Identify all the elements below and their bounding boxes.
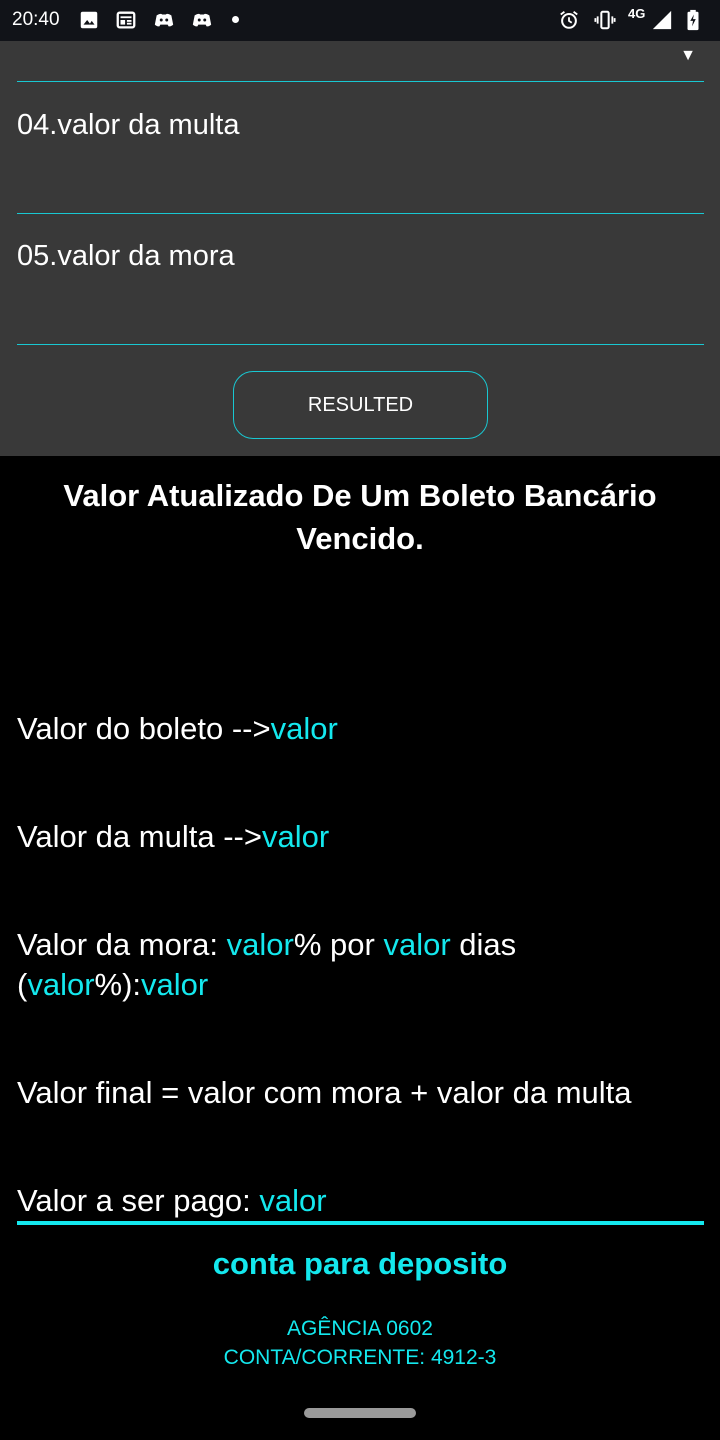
result-title: Valor Atualizado De Um Boleto Bancário V… [63,478,657,556]
gesture-nav-handle[interactable] [304,1408,416,1418]
multa-value: valor [261,819,330,854]
final-formula: Valor final = valor com mora + valor da … [17,1075,632,1110]
field-03-underline[interactable] [17,81,704,82]
mora-percent: valor [27,967,95,1002]
mora-days: valor [383,927,451,962]
amount-to-pay-value: valor [259,1183,327,1218]
mora-paren-close: %): [94,967,142,1002]
battery-charging-icon [682,9,704,31]
resulted-button[interactable]: RESULTED [233,371,488,439]
multa-label: Valor da multa --> [17,819,262,854]
signal-icon [651,9,673,31]
amount-to-pay-label: Valor a ser pago: [17,1183,260,1218]
alarm-icon [558,9,580,31]
mora-total: valor [141,967,209,1002]
mora-input[interactable]: 05.valor da mora [17,240,235,273]
network-type: 4G [628,6,646,21]
mora-label: Valor da mora: [17,927,227,962]
mora-text-por: % por [293,927,384,962]
agency-number: AGÊNCIA 0602 [287,1317,433,1340]
multa-value-row: Valor da multa -->valor [17,817,707,857]
more-notifications-dot [232,16,239,23]
dropdown-arrow-icon[interactable]: ▼ [680,47,696,65]
input-form: ▼ 04.valor da multa 05.valor da mora RES… [0,41,720,456]
multa-input-underline [17,213,704,214]
mora-input-underline [17,344,704,345]
news-icon [115,9,137,31]
mora-value-row: Valor da mora: valor% por valor dias (val… [17,925,707,1005]
amount-divider [17,1221,704,1225]
discord-icon [153,9,175,31]
mora-rate: valor [226,927,294,962]
image-icon [78,9,100,31]
multa-input[interactable]: 04.valor da multa [17,109,239,142]
deposit-account-title: conta para deposito [212,1246,508,1281]
boleto-value: valor [270,711,338,746]
status-bar: 20:40 4G [0,0,720,41]
status-time: 20:40 [12,9,60,30]
vibrate-icon [594,9,616,31]
boleto-label: Valor do boleto --> [17,711,271,746]
account-number: CONTA/CORRENTE: 4912-3 [223,1346,497,1369]
discord-icon [191,9,213,31]
mora-paren-open: ( [17,967,28,1002]
mora-text-dias: dias [450,927,517,962]
amount-to-pay-row: Valor a ser pago: valor [17,1181,707,1221]
boleto-value-row: Valor do boleto -->valor [17,709,707,749]
